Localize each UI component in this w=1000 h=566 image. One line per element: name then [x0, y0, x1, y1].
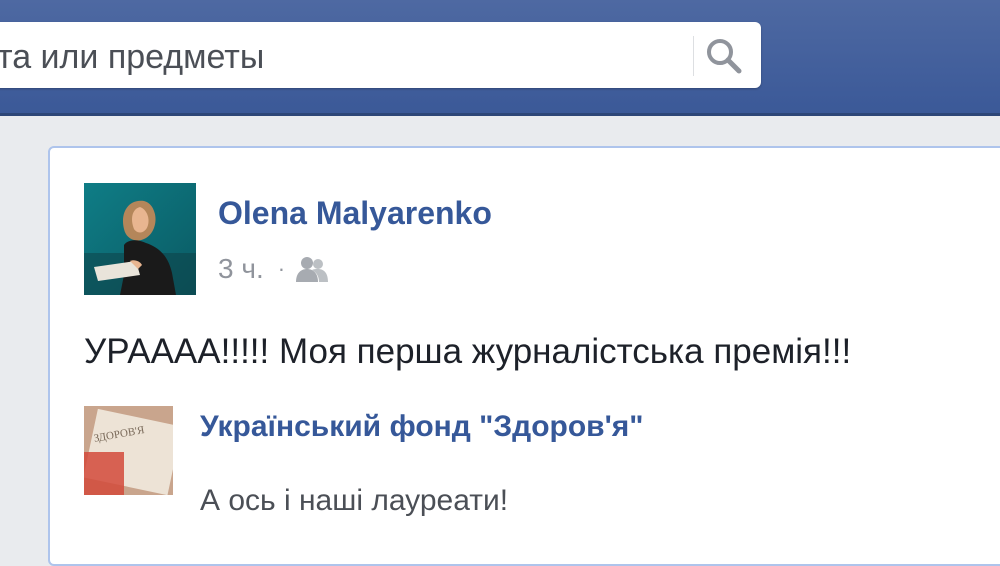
- search-button[interactable]: [702, 34, 746, 78]
- friends-icon[interactable]: [295, 255, 329, 283]
- search-box[interactable]: ста или предметы: [0, 22, 761, 88]
- shared-link-title[interactable]: Український фонд "Здоров'я": [200, 410, 643, 444]
- search-icon: [707, 39, 742, 74]
- search-input[interactable]: ста или предметы: [0, 22, 264, 88]
- author-name[interactable]: Olena Malyarenko: [218, 195, 492, 232]
- post-text: УРАААА!!!!! Моя перша журналістська прем…: [84, 332, 852, 371]
- search-divider: [693, 36, 694, 76]
- meta-separator: ·: [277, 256, 286, 281]
- post-meta: 3 ч. ·: [218, 251, 329, 287]
- top-bar: ста или предметы: [0, 0, 1000, 116]
- post-timestamp[interactable]: 3 ч.: [218, 253, 264, 285]
- shared-link-thumbnail[interactable]: ЗДОРОВ'Я: [84, 406, 173, 495]
- shared-link-description: А ось і наші лауреати!: [200, 484, 509, 517]
- avatar[interactable]: [84, 183, 196, 295]
- post-card: Olena Malyarenko 3 ч. · УРАААА!!!!! Моя …: [48, 146, 1000, 566]
